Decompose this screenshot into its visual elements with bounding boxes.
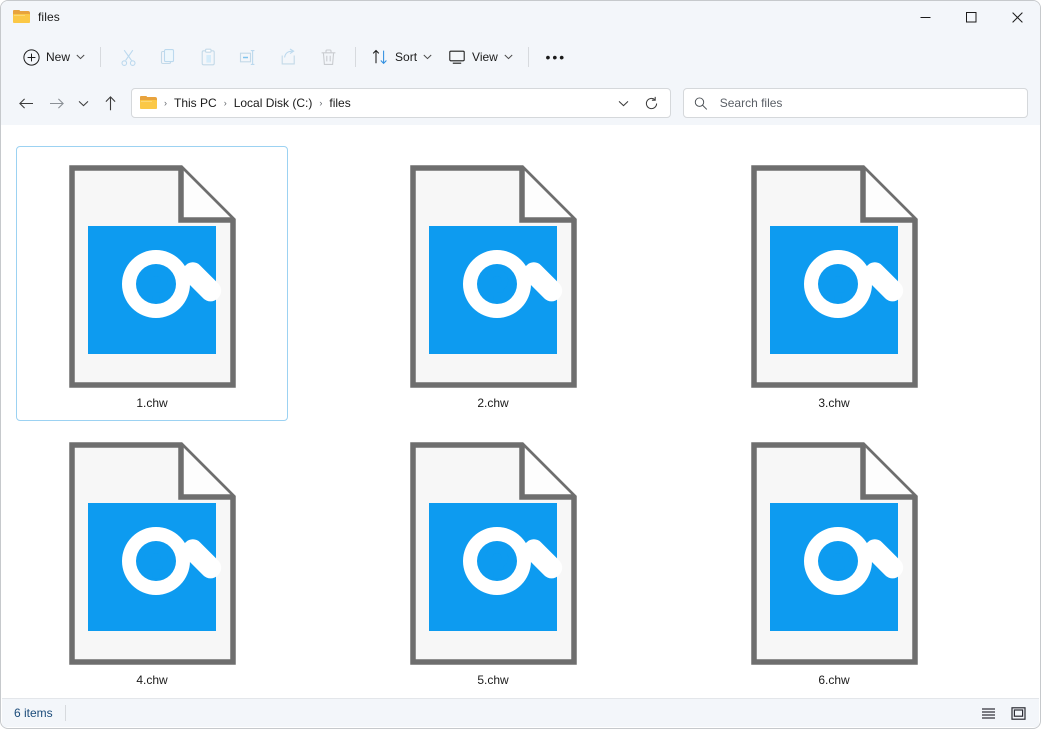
title-bar: files [1, 1, 1040, 33]
new-button[interactable]: New [15, 41, 93, 73]
arrow-right-icon [49, 98, 64, 108]
search-icon [694, 96, 708, 110]
trash-icon [321, 48, 335, 65]
file-item[interactable]: 1.chw [16, 146, 288, 421]
paste-button[interactable] [188, 41, 228, 73]
large-icons-view-button[interactable] [1005, 702, 1031, 724]
breadcrumb-separator: › [223, 98, 227, 108]
large-icons-view-icon [1010, 706, 1026, 720]
details-view-button[interactable] [975, 702, 1001, 724]
paste-icon [201, 48, 215, 65]
file-item[interactable]: 5.chw [357, 423, 629, 698]
arrow-up-icon [105, 95, 115, 110]
close-icon [1011, 11, 1023, 23]
status-separator [64, 705, 66, 721]
rename-icon [239, 49, 254, 65]
sort-button-label: Sort [395, 50, 418, 64]
breadcrumb: › This PC › Local Disk (C:) › files [163, 94, 610, 112]
file-type-icon [750, 442, 918, 665]
breadcrumb-item-this-pc[interactable]: This PC [168, 94, 223, 112]
status-bar: 6 items [2, 698, 1039, 727]
minimize-button[interactable] [902, 1, 948, 33]
minimize-icon [920, 16, 930, 18]
view-button[interactable]: View [440, 41, 521, 73]
view-mode-buttons [975, 702, 1031, 724]
close-button[interactable] [994, 1, 1040, 33]
search-box[interactable] [683, 88, 1028, 118]
icon-grid: 1.chw 2.chw 3.chw 4.chw 5.chw 6.chw [2, 125, 1039, 698]
rename-button[interactable] [228, 41, 268, 73]
scissors-icon [120, 49, 136, 66]
file-name-label: 5.chw [477, 673, 509, 687]
share-icon [281, 48, 295, 64]
window-controls [902, 1, 1040, 33]
file-type-icon [750, 165, 918, 388]
file-name-label: 1.chw [136, 396, 168, 410]
recent-locations-button[interactable] [71, 88, 95, 118]
back-button[interactable] [11, 88, 41, 118]
chevron-down-icon [76, 54, 85, 60]
file-list-view[interactable]: 1.chw 2.chw 3.chw 4.chw 5.chw 6.chw [2, 125, 1039, 698]
monitor-icon [449, 50, 465, 64]
copy-button[interactable] [148, 41, 188, 73]
new-button-label: New [46, 50, 71, 64]
file-name-label: 4.chw [136, 673, 168, 687]
file-explorer-window: files New Sort View ••• › This PC › Loca… [0, 0, 1041, 729]
search-input[interactable] [717, 95, 1017, 111]
toolbar-separator-3 [527, 47, 529, 67]
file-type-icon [409, 165, 577, 388]
copy-icon [160, 48, 174, 64]
file-name-label: 2.chw [477, 396, 509, 410]
file-item[interactable]: 2.chw [357, 146, 629, 421]
item-count-label: 6 items [14, 706, 53, 720]
delete-button[interactable] [308, 41, 348, 73]
refresh-button[interactable] [638, 90, 664, 116]
chevron-down-icon [423, 54, 432, 60]
breadcrumb-folder-icon [140, 96, 157, 110]
chevron-down-icon [78, 100, 88, 106]
address-dropdown-button[interactable] [610, 90, 636, 116]
toolbar-separator-2 [355, 47, 357, 67]
file-item[interactable]: 3.chw [698, 146, 970, 421]
sort-button[interactable]: Sort [363, 41, 440, 73]
toolbar-separator [100, 47, 102, 67]
folder-icon [13, 10, 30, 24]
breadcrumb-item-local-disk[interactable]: Local Disk (C:) [228, 94, 319, 112]
up-button[interactable] [95, 88, 125, 118]
forward-button[interactable] [41, 88, 71, 118]
navigation-bar: › This PC › Local Disk (C:) › files [1, 81, 1040, 125]
view-button-label: View [472, 50, 498, 64]
window-title: files [38, 10, 60, 24]
maximize-button[interactable] [948, 1, 994, 33]
chevron-down-icon [504, 54, 513, 60]
plus-circle-icon [23, 48, 40, 66]
chevron-down-icon [618, 100, 628, 106]
see-more-button[interactable]: ••• [536, 41, 576, 73]
cut-button[interactable] [108, 41, 148, 73]
file-item[interactable]: 4.chw [16, 423, 288, 698]
command-toolbar: New Sort View ••• [1, 33, 1040, 81]
address-bar[interactable]: › This PC › Local Disk (C:) › files [131, 88, 671, 118]
address-bar-actions [610, 90, 664, 116]
list-view-icon [981, 707, 995, 719]
share-button[interactable] [268, 41, 308, 73]
file-item[interactable]: 6.chw [698, 423, 970, 698]
file-type-icon [68, 165, 236, 388]
file-name-label: 3.chw [818, 396, 850, 410]
file-type-icon [68, 442, 236, 665]
see-more-label: ••• [545, 49, 567, 65]
title-bar-left: files [1, 10, 60, 24]
arrow-left-icon [18, 98, 33, 108]
refresh-icon [645, 96, 657, 109]
maximize-icon [965, 11, 976, 22]
file-type-icon [409, 442, 577, 665]
file-name-label: 6.chw [818, 673, 850, 687]
sort-arrows-icon [372, 49, 387, 65]
breadcrumb-item-files[interactable]: files [323, 94, 356, 112]
